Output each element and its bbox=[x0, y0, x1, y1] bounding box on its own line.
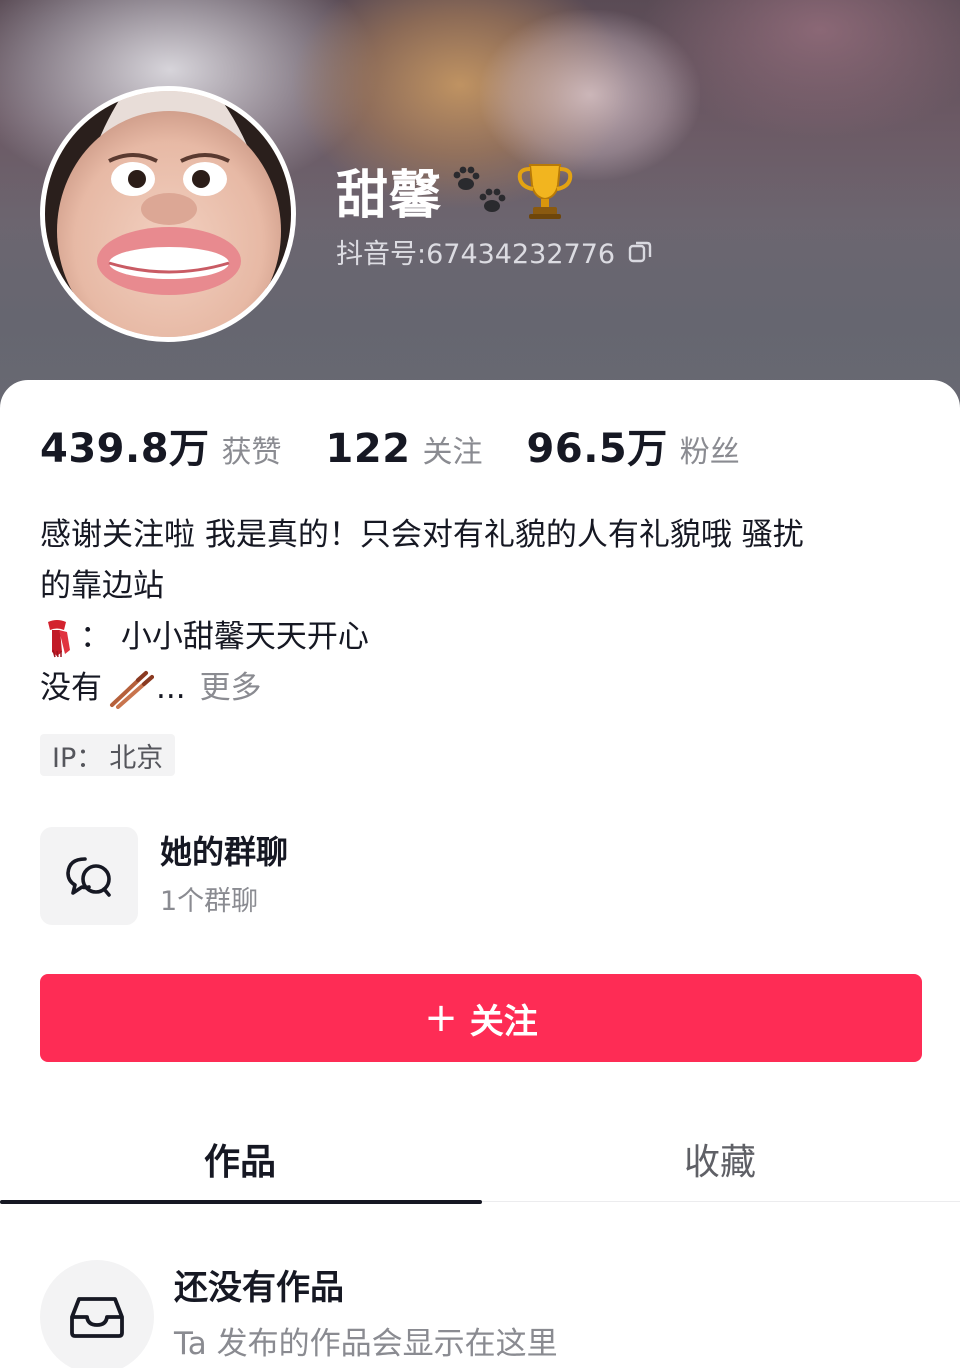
copy-icon[interactable] bbox=[627, 239, 653, 265]
bio-more-link[interactable]: 更多 bbox=[200, 663, 262, 714]
bio-line-3-text: ： 小小甜馨天天开心 bbox=[80, 619, 369, 655]
ip-label: IP： bbox=[52, 742, 104, 774]
plus-icon: + bbox=[424, 995, 458, 1041]
profile-cover: 甜馨 抖音号:67434232776 bbox=[0, 0, 960, 420]
avatar[interactable] bbox=[40, 86, 296, 342]
stat-following[interactable]: 122 关注 bbox=[326, 426, 483, 472]
group-chat-title: 她的群聊 bbox=[160, 833, 289, 871]
tab-favorites[interactable]: 收藏 bbox=[480, 1116, 960, 1202]
group-chat-icon-box bbox=[40, 827, 138, 925]
follow-button[interactable]: + 关注 bbox=[40, 974, 922, 1062]
chopsticks-icon bbox=[110, 670, 154, 709]
empty-state: 还没有作品 Ta 发布的作品会显示在这里 bbox=[40, 1260, 920, 1368]
stat-label: 粉丝 bbox=[679, 435, 740, 470]
stat-value: 122 bbox=[325, 426, 411, 472]
tab-active-indicator bbox=[0, 1200, 482, 1204]
ip-value: 北京 bbox=[109, 742, 164, 774]
tab-favorites-label: 收藏 bbox=[683, 1142, 756, 1183]
tab-works[interactable]: 作品 bbox=[0, 1116, 482, 1204]
bio-line-3: ： 小小甜馨天天开心 bbox=[40, 612, 920, 663]
stat-label: 关注 bbox=[422, 435, 483, 470]
inbox-tray-icon bbox=[70, 1297, 124, 1338]
empty-state-subtitle: Ta 发布的作品会显示在这里 bbox=[174, 1326, 558, 1362]
empty-state-texts: 还没有作品 Ta 发布的作品会显示在这里 bbox=[174, 1260, 558, 1366]
profile-sheet: 439.8万 获赞 122 关注 96.5万 粉丝 感谢关注啦 我是真的！只会对… bbox=[0, 380, 960, 1368]
ip-location-tag: IP： 北京 bbox=[40, 734, 176, 776]
bio-line-2: 的靠边站 bbox=[40, 568, 164, 604]
content-tabs: 作品 收藏 bbox=[0, 1116, 960, 1204]
stat-value: 439.8万 bbox=[40, 426, 210, 472]
group-chat-entry[interactable]: 她的群聊 1个群聊 bbox=[40, 826, 920, 926]
douyin-id: 抖音号:67434232776 bbox=[336, 232, 653, 271]
bio-line-4-prefix: 没有 bbox=[40, 670, 102, 706]
bio-line-1: 感谢关注啦 我是真的！只会对有礼貌的人有礼貌哦 骚扰 bbox=[40, 517, 804, 553]
chat-bubbles-icon bbox=[66, 857, 111, 897]
paw-prints-icon bbox=[453, 166, 506, 212]
trophy-icon bbox=[517, 164, 573, 219]
name-row: 甜馨 bbox=[336, 152, 574, 228]
empty-state-title: 还没有作品 bbox=[174, 1268, 344, 1308]
stat-likes[interactable]: 439.8万 获赞 bbox=[40, 416, 282, 474]
bio-line-4: 没有 ... 更多 bbox=[40, 663, 920, 714]
group-chat-count: 1个群聊 bbox=[160, 886, 259, 917]
follow-button-label: 关注 bbox=[469, 1001, 538, 1042]
tab-works-label: 作品 bbox=[203, 1142, 276, 1183]
douyin-id-text: 抖音号:67434232776 bbox=[336, 239, 616, 270]
empty-icon-circle bbox=[40, 1260, 154, 1368]
stat-value: 96.5万 bbox=[526, 426, 668, 472]
bio-ellipsis: ... bbox=[156, 670, 186, 706]
red-scarf-icon bbox=[48, 619, 70, 657]
bio: 感谢关注啦 我是真的！只会对有礼貌的人有礼貌哦 骚扰 的靠边站 ： 小小甜馨天天… bbox=[40, 510, 920, 714]
stat-label: 获赞 bbox=[221, 435, 282, 470]
group-chat-texts: 她的群聊 1个群聊 bbox=[160, 830, 288, 922]
nickname: 甜馨 bbox=[336, 165, 443, 226]
stat-followers[interactable]: 96.5万 粉丝 bbox=[527, 416, 740, 474]
avatar-image bbox=[45, 91, 291, 337]
stats-row: 439.8万 获赞 122 关注 96.5万 粉丝 bbox=[40, 416, 784, 476]
